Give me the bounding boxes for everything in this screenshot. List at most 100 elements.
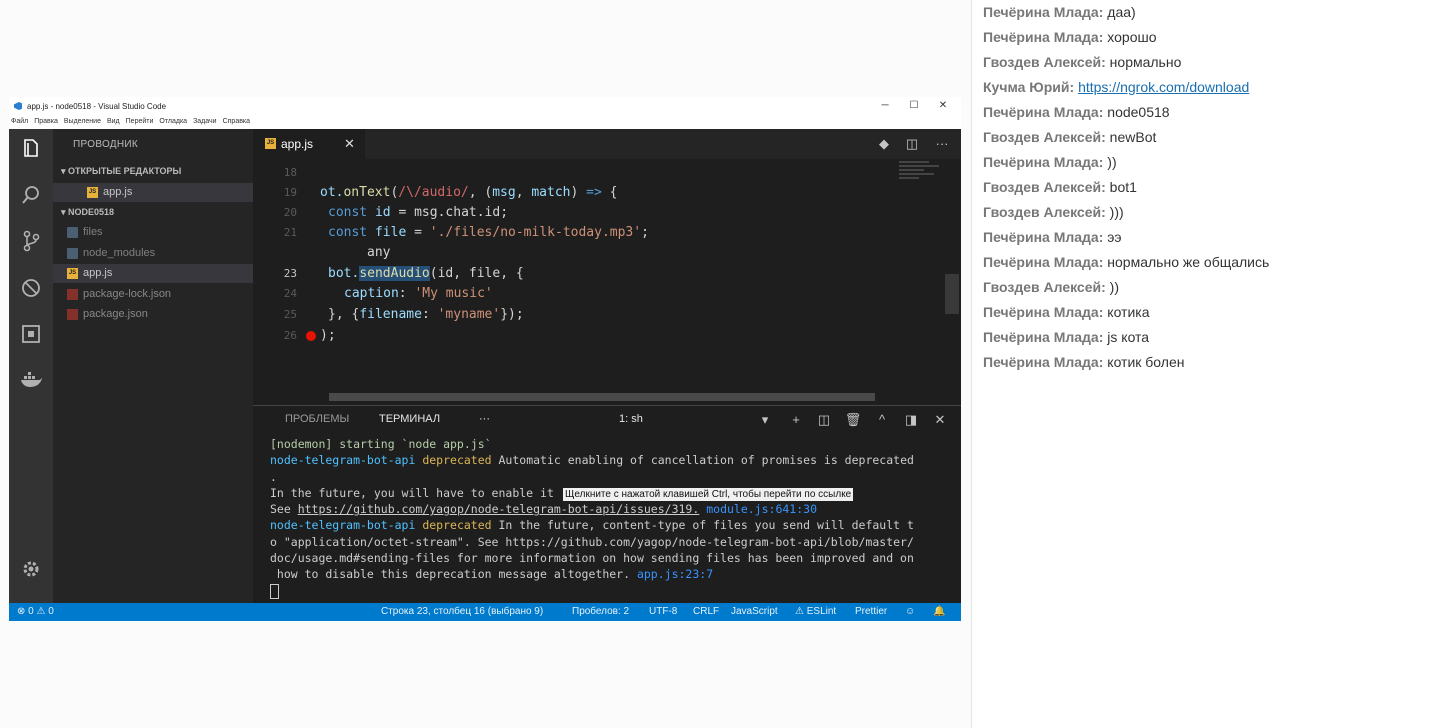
chat-text: ))) xyxy=(1109,204,1124,220)
explorer-icon[interactable] xyxy=(18,137,44,163)
chat-text: newBot xyxy=(1109,129,1157,145)
terminal-select[interactable]: 1: sh xyxy=(619,413,643,425)
extensions-icon[interactable] xyxy=(18,323,44,349)
tree-item-label: node_modules xyxy=(83,247,156,259)
close-tab-icon[interactable]: ✕ xyxy=(344,129,355,159)
chat-author: Печёрина Млада: xyxy=(983,304,1104,320)
more-actions-icon[interactable]: ··· xyxy=(933,135,951,153)
open-editors-label: ОТКРЫТЫЕ РЕДАКТОРЫ xyxy=(68,166,182,176)
chat-message: Печёрина Млада: нормально же общались xyxy=(972,250,1448,275)
terminal-line: . xyxy=(270,469,277,484)
editor-tabs: JS app.js ✕ ◆ ◫ ··· xyxy=(253,129,961,159)
chat-link[interactable]: https://ngrok.com/download xyxy=(1078,79,1249,95)
code-line-20: const id = msg.chat.id; xyxy=(328,205,509,220)
chat-text: )) xyxy=(1109,279,1119,295)
notifications-bell-icon[interactable]: 🔔 xyxy=(933,603,945,621)
menu-file[interactable]: Файл xyxy=(9,116,32,125)
chat-text: хорошо xyxy=(1107,29,1157,45)
prettier-status[interactable]: Prettier xyxy=(855,603,887,621)
language-mode[interactable]: JavaScript xyxy=(731,603,778,621)
debug-icon[interactable] xyxy=(18,277,44,303)
open-editor-item[interactable]: JS app.js xyxy=(53,183,253,202)
project-section[interactable]: ▾ NODE0518 xyxy=(53,203,253,222)
terminal-link[interactable]: https://github.com/yagop/node-telegram-b… xyxy=(298,502,700,516)
open-editors-section[interactable]: ▾ ОТКРЫТЫЕ РЕДАКТОРЫ xyxy=(53,162,253,181)
tree-item-app-js[interactable]: JS app.js xyxy=(53,264,253,283)
chat-message: Гвоздев Алексей: newBot xyxy=(972,125,1448,150)
chat-author: Печёрина Млада: xyxy=(983,254,1104,270)
trash-icon[interactable]: 🗑 xyxy=(844,411,862,429)
problems-count[interactable]: ⊗ 0 ⚠ 0 xyxy=(17,603,54,621)
json-file-icon xyxy=(67,288,78,300)
line-ending[interactable]: CRLF xyxy=(693,603,719,621)
close-window-button[interactable]: ✕ xyxy=(933,99,953,113)
chat-message: Гвоздев Алексей: bot1 xyxy=(972,175,1448,200)
chat-message: Гвоздев Алексей: )) xyxy=(972,275,1448,300)
menu-tasks[interactable]: Задачи xyxy=(191,116,221,125)
vscode-window: app.js - node0518 - Visual Studio Code ─… xyxy=(9,97,961,621)
tree-item-node-modules[interactable]: node_modules xyxy=(53,244,253,263)
menu-go[interactable]: Перейти xyxy=(124,116,158,125)
docker-icon[interactable] xyxy=(18,369,44,395)
vertical-scrollbar[interactable] xyxy=(945,274,959,314)
vscode-logo-icon xyxy=(14,102,22,110)
json-file-icon xyxy=(67,308,78,320)
maximize-button[interactable]: ☐ xyxy=(904,99,924,113)
chat-author: Печёрина Млада: xyxy=(983,229,1104,245)
tree-item-label: app.js xyxy=(83,267,113,279)
terminal-cursor xyxy=(270,583,279,599)
tree-item-files[interactable]: files xyxy=(53,223,253,242)
dropdown-chevron-icon[interactable]: ▾ xyxy=(756,411,774,429)
menu-view[interactable]: Вид xyxy=(105,116,124,125)
menu-edit[interactable]: Правка xyxy=(32,116,62,125)
git-compare-icon[interactable]: ◆ xyxy=(875,135,893,153)
panel-more-icon[interactable]: ··· xyxy=(479,413,490,425)
chat-author: Печёрина Млада: xyxy=(983,29,1104,45)
chat-author: Гвоздев Алексей: xyxy=(983,179,1106,195)
tree-item-label: files xyxy=(83,226,103,238)
js-file-icon: JS xyxy=(87,186,98,198)
chat-text: нормально xyxy=(1109,54,1182,70)
horizontal-scrollbar[interactable] xyxy=(329,393,875,401)
source-control-icon[interactable] xyxy=(18,230,44,256)
eslint-status[interactable]: ⚠ ESLint xyxy=(795,603,836,621)
tab-label: app.js xyxy=(281,137,314,151)
tab-app-js[interactable]: JS app.js ✕ xyxy=(253,129,365,159)
minimap[interactable] xyxy=(899,159,949,199)
chat-message: Печёрина Млада: js кота xyxy=(972,325,1448,350)
search-icon[interactable] xyxy=(18,184,44,210)
chat-author: Печёрина Млада: xyxy=(983,104,1104,120)
feedback-smiley-icon[interactable]: ☺ xyxy=(905,603,915,621)
tree-item-package-json[interactable]: package.json xyxy=(53,305,253,324)
chat-message: Печёрина Млада: )) xyxy=(972,150,1448,175)
tree-item-package-lock[interactable]: package-lock.json xyxy=(53,285,253,304)
chat-message: Гвоздев Алексей: ))) xyxy=(972,200,1448,225)
tab-problems[interactable]: ПРОБЛЕМЫ xyxy=(285,413,349,425)
code-editor[interactable]: 18 19 ot.onText(/\/audio/, (msg, match) =… xyxy=(253,159,961,405)
code-line-24: caption: 'My music' xyxy=(344,286,493,301)
settings-gear-icon[interactable] xyxy=(18,559,44,585)
terminal-output[interactable]: [nodemon] starting `node app.js` node-te… xyxy=(270,436,950,599)
type-hint: any xyxy=(367,245,391,260)
file-encoding[interactable]: UTF-8 xyxy=(649,603,677,621)
split-editor-icon[interactable]: ◫ xyxy=(903,135,921,153)
menu-debug[interactable]: Отладка xyxy=(157,116,191,125)
toggle-panel-icon[interactable]: ◨ xyxy=(902,411,920,429)
breakpoint-dot[interactable] xyxy=(306,331,316,341)
split-terminal-icon[interactable]: ◫ xyxy=(815,411,833,429)
indent-spaces[interactable]: Пробелов: 2 xyxy=(572,603,629,621)
minimize-button[interactable]: ─ xyxy=(875,99,895,113)
chat-text: )) xyxy=(1107,154,1117,170)
chat-message: Печёрина Млада: хорошо xyxy=(972,25,1448,50)
chat-text: bot1 xyxy=(1109,179,1137,195)
tab-terminal[interactable]: ТЕРМИНАЛ xyxy=(379,413,440,425)
close-panel-icon[interactable]: ✕ xyxy=(931,411,949,429)
terminal-prompt[interactable] xyxy=(270,583,950,599)
menu-selection[interactable]: Выделение xyxy=(62,116,105,125)
maximize-panel-icon[interactable]: ^ xyxy=(873,411,891,429)
terminal-line: See https://github.com/yagop/node-telegr… xyxy=(270,502,817,517)
menu-help[interactable]: Справка xyxy=(221,116,254,125)
chat-author: Гвоздев Алексей: xyxy=(983,279,1106,295)
cursor-position[interactable]: Строка 23, столбец 16 (выбрано 9) xyxy=(381,603,543,621)
new-terminal-icon[interactable]: + xyxy=(787,411,805,429)
